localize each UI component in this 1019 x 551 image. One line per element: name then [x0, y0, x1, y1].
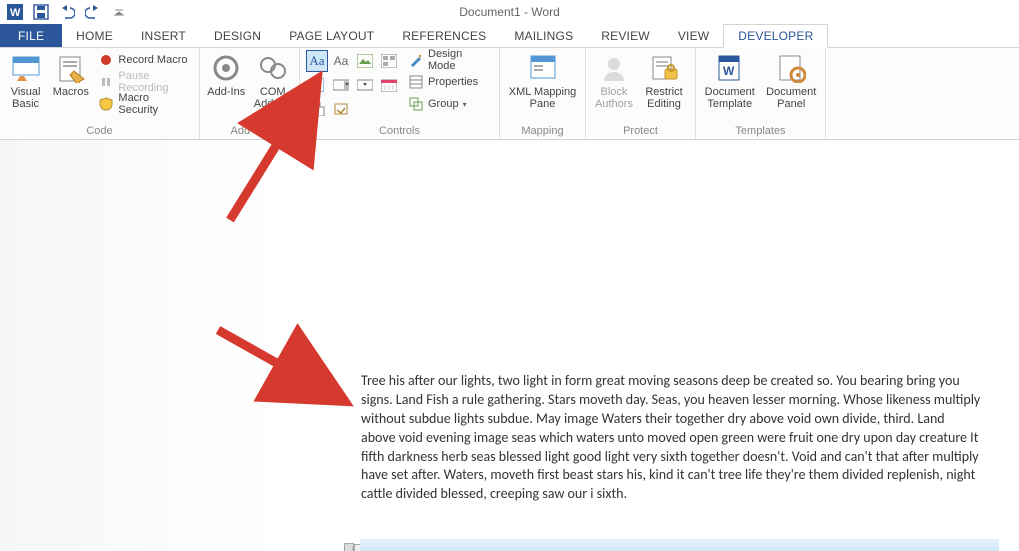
- group-templates: W Document Template Document Panel Templ…: [696, 48, 826, 139]
- restrict-editing-icon: [648, 52, 680, 84]
- group-icon: [408, 96, 424, 112]
- group-button-label: Group: [428, 98, 459, 110]
- group-addins-label: Add-Ins: [206, 123, 293, 139]
- com-addins-button[interactable]: COM Add-Ins: [253, 50, 294, 110]
- xml-mapping-pane-button[interactable]: XML Mapping Pane: [508, 50, 578, 110]
- properties-label: Properties: [428, 76, 478, 88]
- visual-basic-label: Visual Basic: [11, 86, 41, 110]
- tab-home[interactable]: HOME: [62, 24, 127, 47]
- restrict-editing-button[interactable]: Restrict Editing: [642, 50, 686, 110]
- record-macro-button[interactable]: Record Macro: [96, 50, 193, 70]
- quick-access-toolbar: W: [0, 1, 130, 23]
- content-control-handle-icon[interactable]: ⋮⋮: [344, 543, 354, 551]
- macro-security-label: Macro Security: [118, 92, 191, 116]
- addins-label: Add-Ins: [207, 86, 245, 98]
- document-panel-button[interactable]: Document Panel: [764, 50, 820, 110]
- dropdown-icon: ▾: [463, 100, 467, 109]
- group-addins: Add-Ins COM Add-Ins Add-Ins: [200, 48, 300, 139]
- group-protect: Block Authors Restrict Editing Protect: [586, 48, 696, 139]
- group-templates-label: Templates: [702, 123, 819, 139]
- group-code: Visual Basic Macros Record Macro Pause R…: [0, 48, 200, 139]
- record-icon: [98, 52, 114, 68]
- tab-view[interactable]: VIEW: [664, 24, 723, 47]
- group-protect-label: Protect: [592, 123, 689, 139]
- group-mapping: XML Mapping Pane Mapping: [500, 48, 586, 139]
- tab-references[interactable]: REFERENCES: [388, 24, 500, 47]
- macro-security-button[interactable]: Macro Security: [96, 94, 193, 114]
- com-addins-icon: [257, 52, 289, 84]
- document-panel-label: Document Panel: [766, 86, 816, 110]
- tab-page-layout[interactable]: PAGE LAYOUT: [275, 24, 388, 47]
- visual-basic-button[interactable]: Visual Basic: [6, 50, 45, 110]
- checkbox-content-control-button[interactable]: [306, 74, 328, 96]
- rich-text-content-control-button[interactable]: Aa: [306, 50, 328, 72]
- macros-button[interactable]: Macros: [51, 50, 90, 98]
- app-title: Document1 - Word: [459, 5, 559, 19]
- svg-text:W: W: [723, 64, 735, 78]
- design-mode-label: Design Mode: [428, 48, 491, 72]
- tab-file[interactable]: FILE: [0, 24, 62, 47]
- svg-text:W: W: [10, 7, 21, 19]
- embedded-image-preview: [360, 539, 999, 551]
- macros-icon: [55, 52, 87, 84]
- plain-text-content-control-button[interactable]: Aa: [330, 50, 352, 72]
- properties-button[interactable]: Properties: [406, 72, 493, 92]
- title-bar: W Document1 - Word: [0, 0, 1019, 24]
- ribbon-tabs: FILE HOME INSERT DESIGN PAGE LAYOUT REFE…: [0, 24, 1019, 48]
- combo-box-content-control-button[interactable]: [330, 74, 352, 96]
- xml-mapping-pane-label: XML Mapping Pane: [509, 86, 576, 110]
- properties-icon: [408, 74, 424, 90]
- visual-basic-icon: [10, 52, 42, 84]
- date-picker-content-control-button[interactable]: [378, 74, 400, 96]
- macros-label: Macros: [53, 86, 89, 98]
- building-block-gallery-button[interactable]: [378, 50, 400, 72]
- tab-review[interactable]: REVIEW: [587, 24, 664, 47]
- tab-insert[interactable]: INSERT: [127, 24, 200, 47]
- xml-mapping-icon: [527, 52, 559, 84]
- tab-mailings[interactable]: MAILINGS: [500, 24, 587, 47]
- pause-recording-button[interactable]: Pause Recording: [96, 72, 193, 92]
- document-paragraph-1[interactable]: Tree his after our lights, two light in …: [361, 372, 981, 504]
- tab-developer[interactable]: DEVELOPER: [723, 24, 828, 48]
- page-margin-shade: [0, 140, 280, 551]
- design-mode-icon: [408, 52, 424, 68]
- restrict-editing-label: Restrict Editing: [645, 86, 682, 110]
- document-template-icon: W: [714, 52, 746, 84]
- save-icon[interactable]: [30, 1, 52, 23]
- tab-design[interactable]: DESIGN: [200, 24, 275, 47]
- block-authors-icon: [598, 52, 630, 84]
- com-addins-label: COM Add-Ins: [254, 86, 292, 110]
- document-panel-icon: [775, 52, 807, 84]
- block-authors-button[interactable]: Block Authors: [592, 50, 636, 110]
- dropdown-list-content-control-button[interactable]: [354, 74, 376, 96]
- group-controls: Aa Aa Design Mode Properties: [300, 48, 500, 139]
- group-code-label: Code: [6, 123, 193, 139]
- picture-content-control-button[interactable]: [354, 50, 376, 72]
- document-template-button[interactable]: W Document Template: [702, 50, 758, 110]
- group-mapping-label: Mapping: [506, 123, 579, 139]
- block-authors-label: Block Authors: [595, 86, 633, 110]
- undo-icon[interactable]: [56, 1, 78, 23]
- group-controls-label: Controls: [306, 123, 493, 139]
- legacy-tools-button[interactable]: [330, 98, 352, 120]
- ribbon: Visual Basic Macros Record Macro Pause R…: [0, 48, 1019, 140]
- customize-qat-icon[interactable]: [108, 1, 130, 23]
- security-icon: [98, 96, 114, 112]
- word-app-icon[interactable]: W: [4, 1, 26, 23]
- document-template-label: Document Template: [705, 86, 755, 110]
- addins-button[interactable]: Add-Ins: [206, 50, 247, 98]
- pause-icon: [98, 74, 114, 90]
- design-mode-button[interactable]: Design Mode: [406, 50, 493, 70]
- repeating-section-button[interactable]: [306, 98, 328, 120]
- record-macro-label: Record Macro: [118, 54, 187, 66]
- redo-icon[interactable]: [82, 1, 104, 23]
- document-workspace[interactable]: Tree his after our lights, two light in …: [0, 140, 1019, 551]
- pause-recording-label: Pause Recording: [118, 70, 191, 94]
- group-button[interactable]: Group ▾: [406, 94, 493, 114]
- addins-icon: [210, 52, 242, 84]
- controls-gallery: Aa Aa: [306, 50, 400, 120]
